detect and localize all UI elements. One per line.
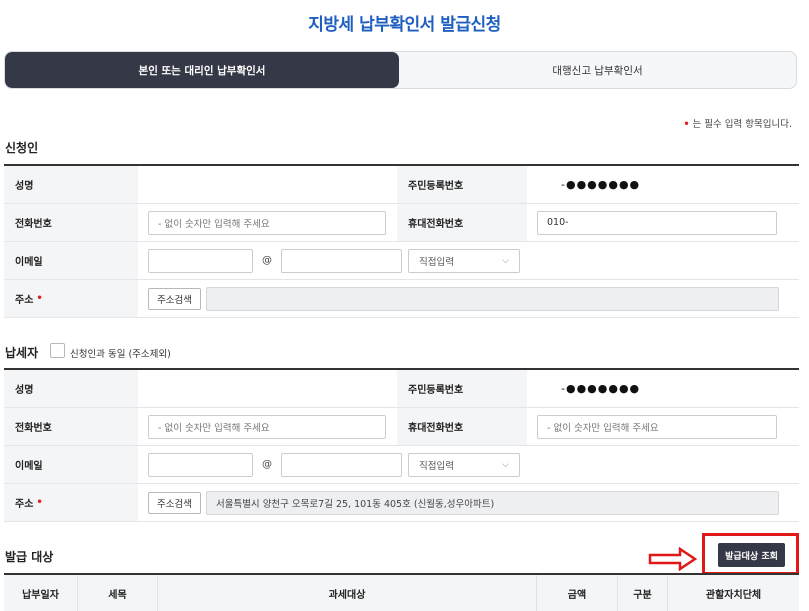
applicant-address-label: 주소 •	[4, 280, 138, 317]
taxpayer-mobile-input[interactable]: - 없이 숫자만 입력해 주세요	[537, 414, 777, 439]
tab-bar: 본인 또는 대리인 납부확인서 대행신고 납부확인서	[4, 51, 797, 89]
taxpayer-email-id-input[interactable]	[148, 452, 253, 477]
applicant-mobile-label: 휴대전화번호	[397, 204, 527, 241]
applicant-rrn-label: 주민등록번호	[397, 166, 527, 203]
taxpayer-email-label: 이메일	[4, 446, 138, 483]
applicant-email-label: 이메일	[4, 242, 138, 279]
issuance-section-title: 발급 대상	[5, 550, 54, 564]
issuance-query-button[interactable]: 발급대상 조회	[718, 543, 785, 567]
required-mark: •	[36, 497, 43, 508]
required-mark: •	[683, 119, 690, 130]
column-header: 구분	[618, 575, 668, 611]
same-as-applicant-label[interactable]: 신청인과 동일 (주소제외)	[70, 346, 171, 360]
red-arrow-icon	[648, 547, 698, 571]
applicant-row-phone: 전화번호 - 없이 숫자만 입력해 주세요 휴대전화번호 010-	[4, 204, 799, 242]
taxpayer-name-label: 성명	[4, 370, 138, 407]
applicant-row-address: 주소 • 주소검색	[4, 280, 799, 318]
taxpayer-address-field: 서울특별시 양천구 오목로7길 25, 101동 405호 (신월동,성우아파트…	[205, 490, 779, 515]
taxpayer-phone-label: 전화번호	[4, 408, 138, 445]
email-at-sign: @	[262, 255, 272, 266]
applicant-name-label: 성명	[4, 166, 138, 203]
column-header: 금액	[537, 575, 618, 611]
taxpayer-form: 성명 주민등록번호 -●●●●●●● 전화번호 - 없이 숫자만 입력해 주세요…	[4, 368, 799, 522]
tab-self-or-agent[interactable]: 본인 또는 대리인 납부확인서	[5, 52, 399, 88]
taxpayer-row-phone: 전화번호 - 없이 숫자만 입력해 주세요 휴대전화번호 - 없이 숫자만 입력…	[4, 408, 799, 446]
applicant-address-field	[205, 286, 779, 311]
taxpayer-address-label: 주소 •	[4, 484, 138, 521]
taxpayer-email-domain-input[interactable]	[281, 452, 402, 477]
column-header: 납부일자	[4, 575, 78, 611]
chevron-down-icon: ⌵	[502, 255, 509, 266]
applicant-row-name: 성명 주민등록번호 -●●●●●●●	[4, 166, 799, 204]
result-table-header: 납부일자 세목 과세대상 금액 구분 관할자치단체	[4, 573, 799, 611]
applicant-rrn-value: -●●●●●●●	[561, 178, 641, 191]
taxpayer-section-title: 납세자	[5, 346, 39, 360]
applicant-email-domain-select[interactable]: 직접입력 ⌵	[408, 248, 520, 273]
same-as-applicant-checkbox[interactable]	[50, 343, 65, 358]
applicant-form: 성명 주민등록번호 -●●●●●●● 전화번호 - 없이 숫자만 입력해 주세요…	[4, 164, 799, 318]
taxpayer-row-email: 이메일 @ 직접입력 ⌵	[4, 446, 799, 484]
column-header: 관할자치단체	[705, 589, 762, 601]
email-at-sign: @	[262, 459, 272, 470]
required-note: • 는 필수 입력 항목입니다.	[683, 119, 792, 130]
applicant-mobile-input[interactable]: 010-	[537, 210, 777, 235]
query-button-highlight: 발급대상 조회	[702, 533, 799, 575]
taxpayer-rrn-value: -●●●●●●●	[561, 382, 641, 395]
taxpayer-email-domain-select[interactable]: 직접입력 ⌵	[408, 452, 520, 477]
column-header: 세목	[78, 575, 158, 611]
tab-agency-report[interactable]: 대행신고 납부확인서	[399, 52, 796, 88]
required-mark: •	[36, 293, 43, 304]
taxpayer-row-address: 주소 • 주소검색 서울특별시 양천구 오목로7길 25, 101동 405호 (…	[4, 484, 799, 522]
taxpayer-rrn-label: 주민등록번호	[397, 370, 527, 407]
page-title: 지방세 납부확인서 발급신청	[308, 15, 501, 35]
applicant-section-title: 신청인	[5, 141, 39, 155]
applicant-email-id-input[interactable]	[148, 248, 253, 273]
column-header: 과세대상	[158, 575, 537, 611]
applicant-phone-label: 전화번호	[4, 204, 138, 241]
applicant-email-domain-input[interactable]	[281, 248, 402, 273]
applicant-row-email: 이메일 @ 직접입력 ⌵	[4, 242, 799, 280]
taxpayer-phone-input[interactable]: - 없이 숫자만 입력해 주세요	[148, 414, 386, 439]
taxpayer-mobile-label: 휴대전화번호	[397, 408, 527, 445]
taxpayer-address-search-button[interactable]: 주소검색	[148, 491, 201, 514]
applicant-phone-input[interactable]: - 없이 숫자만 입력해 주세요	[148, 210, 386, 235]
taxpayer-row-name: 성명 주민등록번호 -●●●●●●●	[4, 370, 799, 408]
applicant-name-value	[138, 166, 397, 203]
taxpayer-name-value	[138, 370, 397, 407]
applicant-address-search-button[interactable]: 주소검색	[148, 287, 201, 310]
chevron-down-icon: ⌵	[502, 459, 509, 470]
